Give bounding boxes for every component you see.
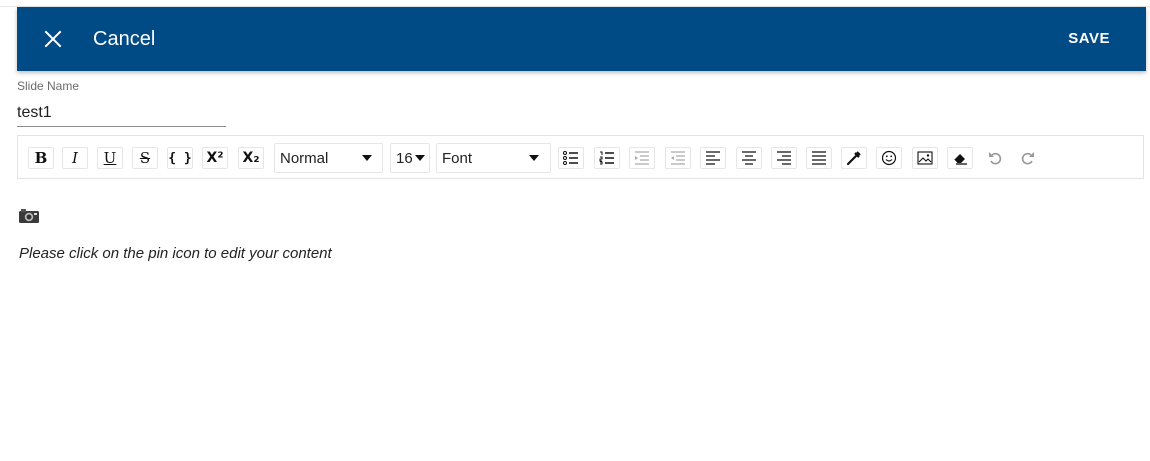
bold-icon: B bbox=[34, 148, 48, 167]
camera-icon bbox=[18, 208, 40, 229]
color-picker-button[interactable] bbox=[841, 147, 867, 169]
font-family-select[interactable]: Font bbox=[436, 143, 551, 173]
emoji-button[interactable] bbox=[876, 147, 902, 169]
undo-icon bbox=[989, 152, 1002, 165]
close-button[interactable] bbox=[41, 27, 65, 51]
app-bar: Cancel SAVE bbox=[17, 7, 1146, 71]
font-size-select[interactable]: 16 bbox=[390, 143, 430, 173]
slide-name-input[interactable] bbox=[17, 100, 226, 127]
font-size-value: 16 bbox=[396, 150, 413, 167]
strikethrough-button[interactable]: S bbox=[132, 147, 158, 169]
underline-icon: U bbox=[103, 148, 117, 167]
chevron-down-icon bbox=[529, 155, 539, 161]
justify-button[interactable] bbox=[806, 147, 832, 169]
italic-button[interactable]: I bbox=[62, 147, 88, 169]
code-button[interactable]: { } bbox=[167, 147, 193, 169]
strikethrough-icon: S bbox=[139, 148, 151, 167]
subscript-icon: X₂ bbox=[242, 150, 260, 166]
eraser-icon bbox=[953, 154, 967, 165]
align-center-icon bbox=[742, 151, 756, 165]
subscript-button[interactable]: X₂ bbox=[238, 147, 264, 169]
underline-button[interactable]: U bbox=[97, 147, 123, 169]
save-button[interactable]: SAVE bbox=[1068, 29, 1110, 49]
align-right-icon bbox=[777, 151, 791, 165]
outdent-icon bbox=[671, 151, 685, 165]
chevron-down-icon bbox=[362, 155, 372, 161]
italic-icon: I bbox=[72, 148, 78, 167]
block-type-select[interactable]: Normal bbox=[274, 143, 383, 173]
bullet-list-icon bbox=[563, 151, 578, 165]
code-icon: { } bbox=[168, 150, 192, 166]
bold-button[interactable]: B bbox=[28, 147, 54, 169]
align-left-icon bbox=[706, 151, 720, 165]
slide-name-label: Slide Name bbox=[17, 79, 80, 93]
image-icon bbox=[917, 151, 933, 165]
superscript-button[interactable]: X² bbox=[202, 147, 228, 169]
indent-icon bbox=[635, 151, 649, 165]
outdent-button[interactable] bbox=[665, 147, 691, 169]
align-center-button[interactable] bbox=[736, 147, 762, 169]
chevron-down-icon bbox=[415, 155, 425, 161]
redo-icon bbox=[1021, 152, 1034, 165]
color-picker-icon bbox=[846, 151, 861, 166]
image-button[interactable] bbox=[912, 147, 938, 169]
block-type-value: Normal bbox=[280, 150, 329, 167]
close-icon bbox=[44, 30, 62, 48]
font-family-value: Font bbox=[442, 150, 473, 167]
bullet-list-button[interactable] bbox=[558, 147, 584, 169]
numbered-list-icon bbox=[599, 151, 614, 165]
emoji-icon bbox=[881, 150, 897, 166]
cancel-label[interactable]: Cancel bbox=[93, 27, 155, 51]
justify-icon bbox=[812, 151, 826, 165]
superscript-icon: X² bbox=[206, 150, 224, 166]
align-left-button[interactable] bbox=[700, 147, 726, 169]
numbered-list-button[interactable] bbox=[594, 147, 620, 169]
indent-button[interactable] bbox=[629, 147, 655, 169]
align-right-button[interactable] bbox=[771, 147, 797, 169]
redo-button[interactable] bbox=[1015, 147, 1041, 169]
editor-toolbar: B I U S { } X² X₂ Normal 16 Font bbox=[17, 135, 1144, 179]
eraser-button[interactable] bbox=[947, 147, 973, 169]
undo-button[interactable] bbox=[982, 147, 1008, 169]
content-hint-text: Please click on the pin icon to edit you… bbox=[19, 245, 332, 262]
